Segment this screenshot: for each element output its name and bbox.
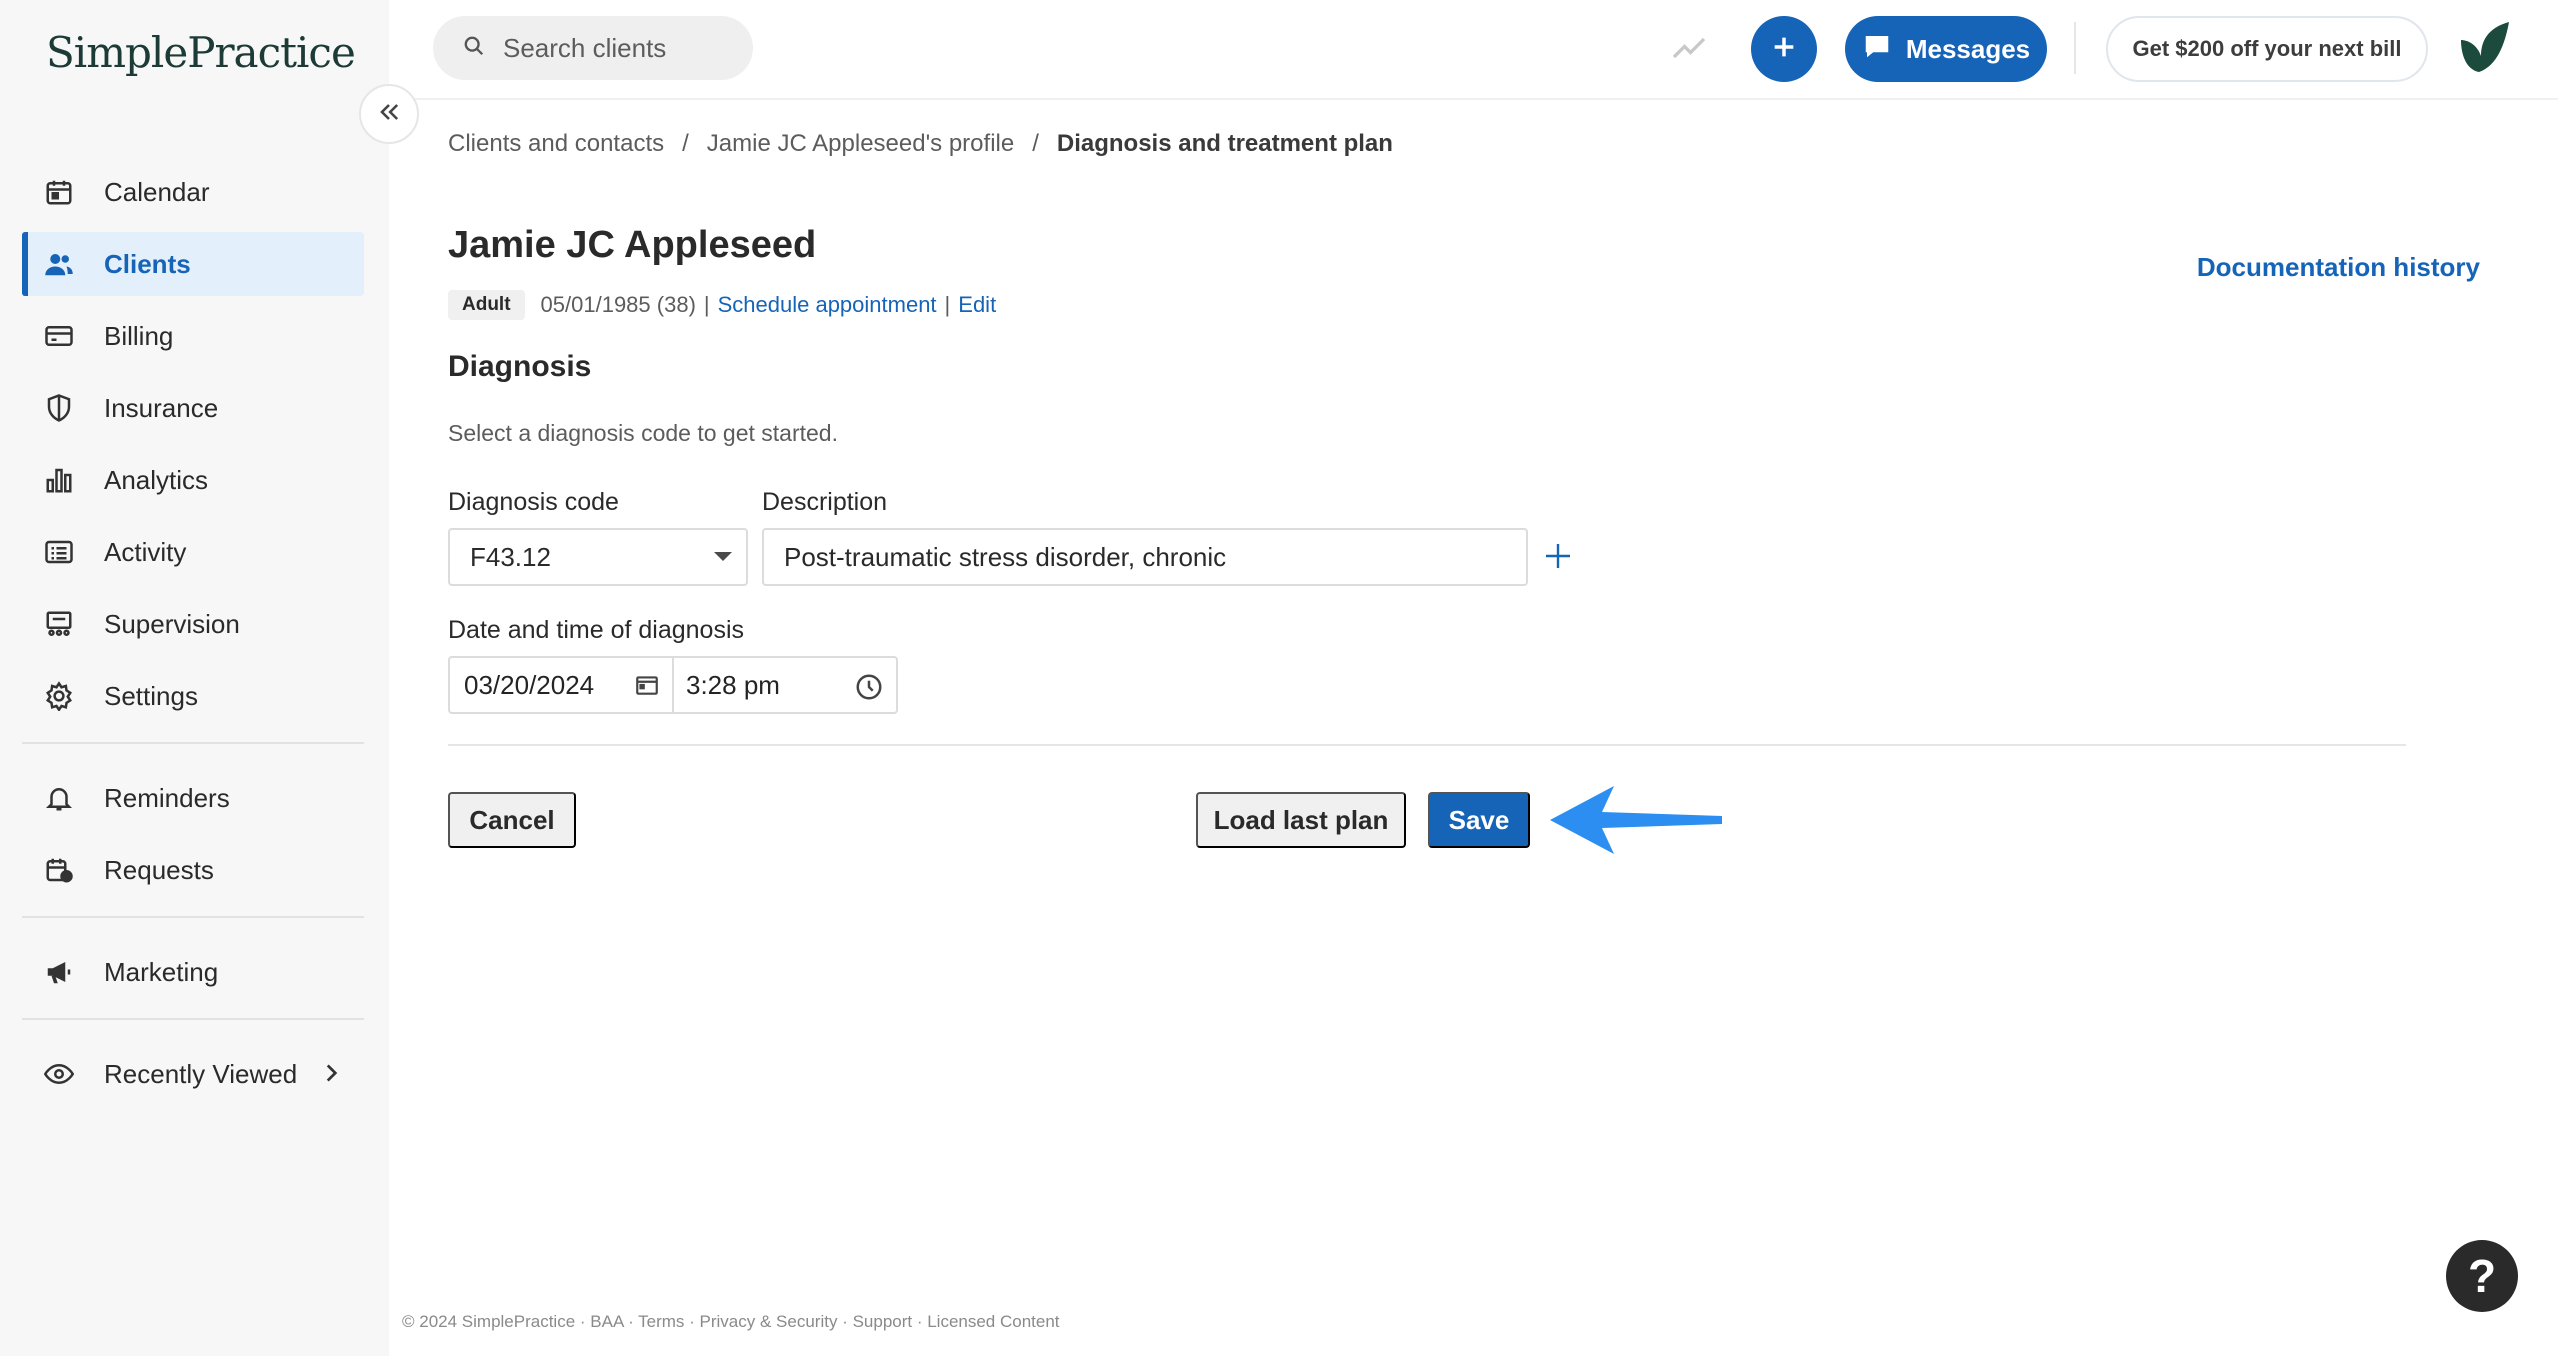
sidebar-item-label: Settings xyxy=(104,680,198,711)
trending-icon[interactable] xyxy=(1669,30,1709,71)
app-logo[interactable]: SimplePractice xyxy=(46,28,356,77)
diagnosis-code-label: Diagnosis code xyxy=(448,488,619,516)
calendar-request-icon xyxy=(42,853,76,887)
datetime-label: Date and time of diagnosis xyxy=(448,616,745,644)
age-badge: Adult xyxy=(448,290,525,320)
sidebar-item-settings[interactable]: Settings xyxy=(22,664,364,728)
users-icon xyxy=(42,247,76,281)
form-divider xyxy=(448,744,2406,746)
date-value: 03/20/2024 xyxy=(464,669,595,700)
sidebar-item-label: Billing xyxy=(104,320,174,351)
list-icon xyxy=(42,535,76,569)
plus-icon xyxy=(1770,33,1798,66)
sidebar-item-reminders[interactable]: Reminders xyxy=(22,766,364,830)
sidebar-item-clients[interactable]: Clients xyxy=(22,232,364,296)
search-icon xyxy=(463,35,485,62)
chat-bubble-icon xyxy=(1862,31,1906,68)
datetime-input-group: 03/20/2024 3:28 pm xyxy=(448,656,898,714)
sidebar-item-label: Requests xyxy=(104,854,214,885)
breadcrumb-link-profile[interactable]: Jamie JC Appleseed's profile xyxy=(707,130,1014,157)
shield-icon xyxy=(42,391,76,425)
sidebar-item-label: Activity xyxy=(104,536,187,567)
credit-card-icon xyxy=(42,319,76,353)
nav-divider xyxy=(22,742,364,744)
description-label: Description xyxy=(762,488,888,516)
time-value: 3:28 pm xyxy=(686,669,780,700)
account-avatar-leaf-icon[interactable] xyxy=(2455,20,2515,81)
nav-divider xyxy=(22,916,364,918)
nav-divider xyxy=(22,1018,364,1020)
date-input[interactable]: 03/20/2024 xyxy=(450,658,674,712)
client-dob: 05/01/1985 (38) xyxy=(540,292,696,317)
sidebar-item-label: Analytics xyxy=(104,464,209,495)
annotation-arrow-icon xyxy=(1546,780,1726,865)
megaphone-icon xyxy=(42,955,76,989)
breadcrumb-separator: / xyxy=(1032,130,1039,157)
sidebar-item-recently-viewed[interactable]: Recently Viewed xyxy=(22,1042,364,1106)
chevron-right-icon xyxy=(318,1060,344,1091)
top-bar: Messages Get $200 off your next bill xyxy=(389,0,2558,100)
sidebar-item-label: Marketing xyxy=(104,956,219,987)
gear-icon xyxy=(42,679,76,713)
sidebar-item-supervision[interactable]: Supervision xyxy=(22,592,364,656)
sidebar-item-analytics[interactable]: Analytics xyxy=(22,448,364,512)
sidebar-item-label: Recently Viewed xyxy=(104,1058,298,1089)
breadcrumb-separator: / xyxy=(682,130,689,157)
bell-icon xyxy=(42,781,76,815)
sidebar-item-label: Insurance xyxy=(104,392,219,423)
clock-icon[interactable] xyxy=(854,672,884,709)
sidebar-item-requests[interactable]: Requests xyxy=(22,838,364,902)
chevrons-left-icon xyxy=(375,98,403,131)
messages-label: Messages xyxy=(1905,33,2031,64)
page-title: Jamie JC Appleseed xyxy=(448,224,817,266)
sidebar-item-billing[interactable]: Billing xyxy=(22,304,364,368)
cancel-button[interactable]: Cancel xyxy=(448,792,576,848)
edit-link[interactable]: Edit xyxy=(958,292,996,318)
description-value: Post-traumatic stress disorder, chronic xyxy=(784,541,1227,572)
caret-down-icon xyxy=(714,552,732,561)
description-field[interactable]: Post-traumatic stress disorder, chronic xyxy=(762,528,1528,586)
load-last-plan-button[interactable]: Load last plan xyxy=(1196,792,1406,848)
sidebar-item-calendar[interactable]: Calendar xyxy=(22,160,364,224)
search-box[interactable] xyxy=(433,16,753,80)
footer: © 2024 SimplePractice · BAA · Terms · Pr… xyxy=(402,1312,1060,1331)
meta-separator: | xyxy=(703,292,710,317)
breadcrumb-link-clients[interactable]: Clients and contacts xyxy=(448,130,664,157)
sidebar: SimplePractice Calendar Clients Billing … xyxy=(0,0,389,1356)
diagnosis-code-value: F43.12 xyxy=(470,541,551,572)
sidebar-item-marketing[interactable]: Marketing xyxy=(22,940,364,1004)
diagnosis-hint: Select a diagnosis code to get started. xyxy=(448,420,838,446)
calendar-picker-icon[interactable] xyxy=(634,672,660,705)
main-nav: Calendar Clients Billing Insurance Analy… xyxy=(22,160,364,1114)
calendar-icon xyxy=(42,175,76,209)
messages-button[interactable]: Messages xyxy=(1845,16,2047,82)
schedule-appointment-link[interactable]: Schedule appointment xyxy=(718,292,937,318)
sidebar-item-label: Calendar xyxy=(104,176,210,207)
search-input[interactable] xyxy=(503,32,743,64)
save-button[interactable]: Save xyxy=(1428,792,1530,848)
sidebar-item-activity[interactable]: Activity xyxy=(22,520,364,584)
sidebar-item-label: Supervision xyxy=(104,608,240,639)
breadcrumb-current: Diagnosis and treatment plan xyxy=(1056,130,1393,157)
topbar-divider xyxy=(2074,22,2076,74)
breadcrumb: Clients and contacts / Jamie JC Appleseed'… xyxy=(448,130,1393,158)
promo-button[interactable]: Get $200 off your next bill xyxy=(2106,16,2428,82)
help-button[interactable]: ? xyxy=(2446,1240,2518,1312)
time-input[interactable]: 3:28 pm xyxy=(674,658,896,712)
add-diagnosis-plus-icon[interactable] xyxy=(1542,540,1574,577)
sidebar-item-label: Clients xyxy=(104,248,191,279)
meta-separator: | xyxy=(944,292,951,317)
diagnosis-section-title: Diagnosis xyxy=(448,350,592,383)
documentation-history-link[interactable]: Documentation history xyxy=(2197,252,2480,283)
eye-icon xyxy=(42,1057,76,1091)
diagnosis-code-select[interactable]: F43.12 xyxy=(448,528,748,586)
client-meta: Adult 05/01/1985 (38) | Schedule appoint… xyxy=(448,290,996,320)
supervision-icon xyxy=(42,607,76,641)
main-content: Clients and contacts / Jamie JC Appleseed'… xyxy=(402,100,2558,1356)
bar-chart-icon xyxy=(42,463,76,497)
sidebar-item-label: Reminders xyxy=(104,782,230,813)
collapse-sidebar-button[interactable] xyxy=(359,84,419,144)
sidebar-item-insurance[interactable]: Insurance xyxy=(22,376,364,440)
add-button[interactable] xyxy=(1751,16,1817,82)
